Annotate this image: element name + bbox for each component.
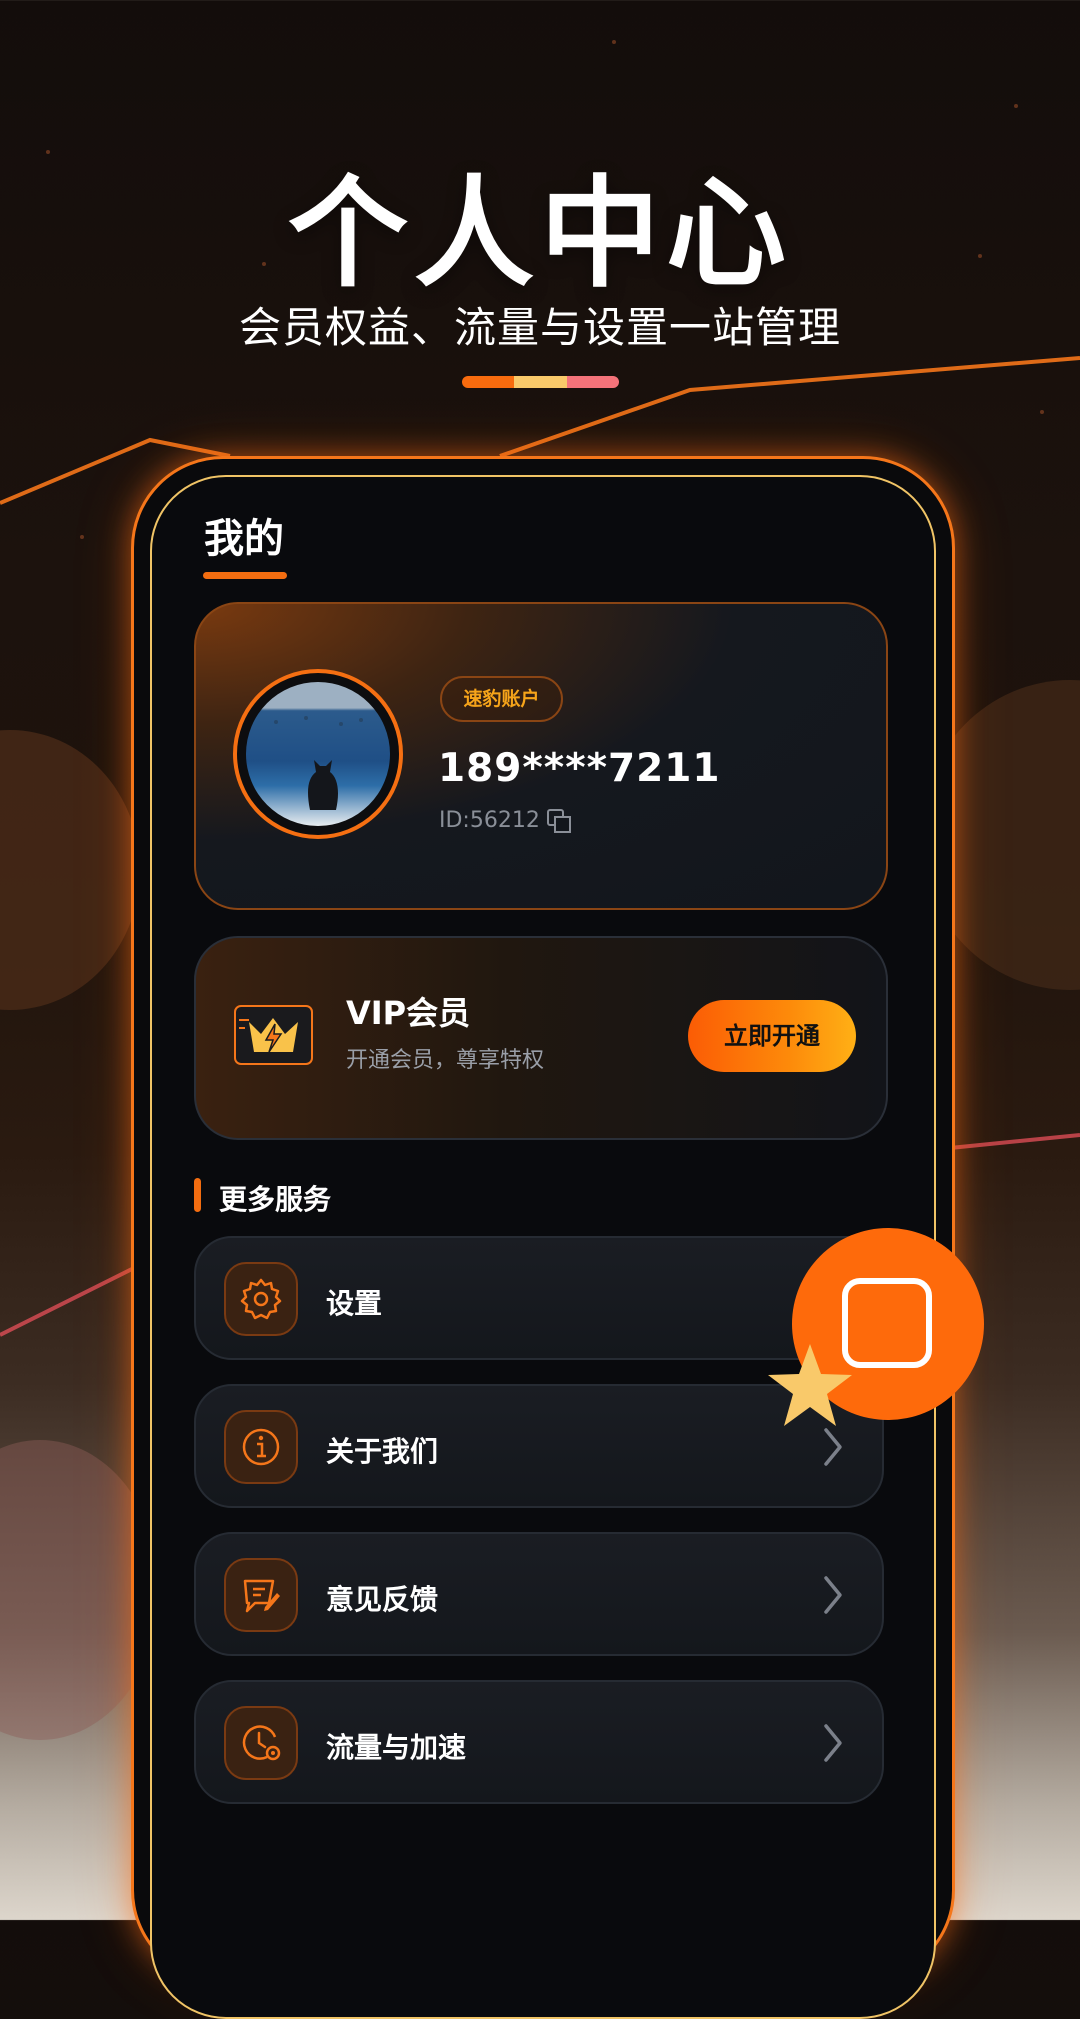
cat-silhouette-icon	[274, 716, 363, 810]
row-label: 意见反馈	[326, 1583, 439, 1616]
phone-number: 189****7211	[438, 746, 721, 791]
avatar[interactable]	[246, 682, 390, 826]
section-title: 更多服务	[219, 1183, 332, 1216]
chevron-right-icon	[824, 1576, 842, 1614]
star-icon	[768, 1344, 852, 1426]
row-icon-box	[224, 1558, 298, 1632]
page-title: 我的	[204, 516, 284, 562]
row-label: 关于我们	[326, 1435, 439, 1468]
chevron-right-icon	[824, 1724, 842, 1762]
account-badge: 速豹账户	[440, 676, 563, 722]
feedback-icon	[243, 1579, 280, 1613]
row-icon-box	[224, 1410, 298, 1484]
user-id: ID:56212	[439, 808, 540, 833]
activate-vip-button[interactable]: 立即开通	[688, 1000, 856, 1072]
section-marker	[194, 1178, 201, 1212]
info-icon	[242, 1428, 280, 1466]
traffic-clock-icon	[242, 1725, 281, 1761]
chevron-right-icon	[824, 1428, 842, 1466]
vip-title: VIP会员	[346, 994, 471, 1032]
row-label: 设置	[326, 1287, 383, 1320]
hero-title: 个人中心	[288, 165, 792, 304]
vip-description: 开通会员，尊享特权	[346, 1048, 545, 1073]
row-icon-box	[224, 1706, 298, 1780]
gear-icon	[240, 1278, 282, 1320]
hero-accent-bar	[462, 376, 619, 388]
row-icon-box	[224, 1262, 298, 1336]
page-title-underline	[203, 572, 287, 579]
copy-icon[interactable]	[546, 808, 572, 834]
service-row-traffic[interactable]: 流量与加速	[194, 1680, 884, 1804]
hero-subtitle: 会员权益、流量与设置一站管理	[238, 303, 841, 352]
row-label: 流量与加速	[326, 1731, 467, 1764]
service-row-feedback[interactable]: 意见反馈	[194, 1532, 884, 1656]
crown-lightning-icon	[234, 1005, 313, 1065]
